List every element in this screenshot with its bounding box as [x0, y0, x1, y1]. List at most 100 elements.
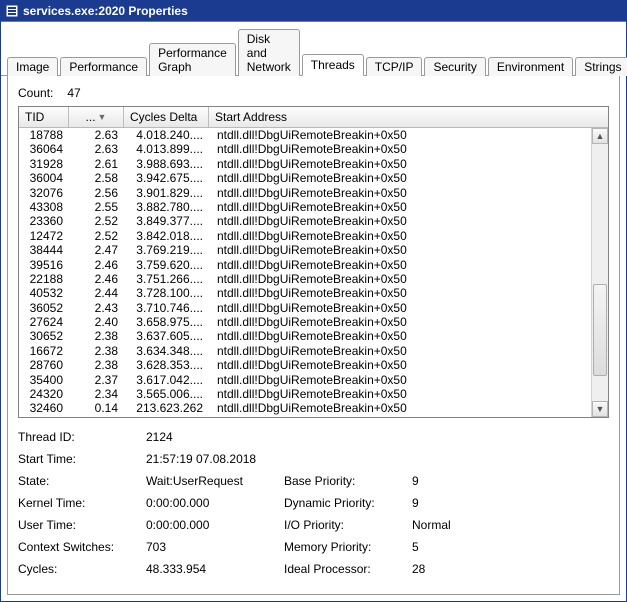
cell-spc: 2.55: [69, 200, 124, 214]
scroll-track[interactable]: [592, 144, 608, 401]
memory-priority-label: Memory Priority:: [284, 540, 404, 554]
scroll-thumb[interactable]: [593, 284, 607, 376]
base-priority-value: 9: [412, 474, 472, 488]
table-row[interactable]: 395162.463.759.620....ntdll.dll!DbgUiRem…: [19, 258, 591, 272]
cell-tid: 38444: [19, 243, 69, 257]
cell-tid: 43308: [19, 200, 69, 214]
base-priority-label: Base Priority:: [284, 474, 404, 488]
count-label: Count:: [18, 86, 53, 100]
table-row[interactable]: 384442.473.769.219....ntdll.dll!DbgUiRem…: [19, 243, 591, 257]
cell-addr: ntdll.dll!DbgUiRemoteBreakin+0x50: [209, 258, 591, 272]
cell-cyc: 3.849.377....: [124, 214, 209, 228]
cell-addr: ntdll.dll!DbgUiRemoteBreakin+0x50: [209, 128, 591, 142]
cell-addr: ntdll.dll!DbgUiRemoteBreakin+0x50: [209, 171, 591, 185]
cell-spc: 2.56: [69, 186, 124, 200]
cell-addr: ntdll.dll!DbgUiRemoteBreakin+0x50: [209, 272, 591, 286]
table-row[interactable]: 187882.634.018.240....ntdll.dll!DbgUiRem…: [19, 128, 591, 142]
cell-spc: 2.43: [69, 301, 124, 315]
cell-tid: 42252: [19, 416, 69, 417]
cell-addr: ntdll.dll!DbgUiRemoteBreakin+0x50: [209, 358, 591, 372]
col-start-address[interactable]: Start Address: [209, 107, 608, 127]
cell-cyc: 3.637.605....: [124, 329, 209, 343]
scroll-up-button[interactable]: ▲: [592, 128, 608, 144]
cell-cyc: 4.013.899....: [124, 142, 209, 156]
cell-addr: ntdll.dll!DbgUiRemoteBreakin+0x50: [209, 315, 591, 329]
cell-tid: 23360: [19, 214, 69, 228]
cell-spc: 2.46: [69, 272, 124, 286]
cell-spc: 2.46: [69, 258, 124, 272]
table-row[interactable]: 433082.553.882.780....ntdll.dll!DbgUiRem…: [19, 200, 591, 214]
table-row[interactable]: 324600.14213.623.262ntdll.dll!DbgUiRemot…: [19, 401, 591, 415]
cell-cyc: 3.565.006....: [124, 387, 209, 401]
cell-addr: ntdll.dll!DbgUiRemoteBreakin+0x50: [209, 344, 591, 358]
table-row[interactable]: 243202.343.565.006....ntdll.dll!DbgUiRem…: [19, 387, 591, 401]
cell-spc: 2.38: [69, 358, 124, 372]
tab-image[interactable]: Image: [7, 57, 58, 76]
cell-cyc: 3.617.042....: [124, 373, 209, 387]
table-row[interactable]: 124722.523.842.018....ntdll.dll!DbgUiRem…: [19, 229, 591, 243]
cell-tid: 31928: [19, 157, 69, 171]
tab-strings[interactable]: Strings: [575, 57, 627, 76]
cell-cyc: 123.945: [124, 416, 209, 417]
cell-cyc: 3.901.829....: [124, 186, 209, 200]
cell-spc: 2.61: [69, 157, 124, 171]
cell-cyc: 3.942.675....: [124, 171, 209, 185]
tab-security[interactable]: Security: [424, 57, 485, 76]
tab-performance-graph[interactable]: Performance Graph: [149, 43, 236, 76]
cell-addr: ntdll.dll!DbgUiRemoteBreakin+0x50: [209, 373, 591, 387]
cell-addr: ntdll.dll!DbgUiRemoteBreakin+0x50: [209, 416, 591, 417]
table-row[interactable]: 354002.373.617.042....ntdll.dll!DbgUiRem…: [19, 373, 591, 387]
cell-cyc: 3.751.266....: [124, 272, 209, 286]
table-row[interactable]: 221882.463.751.266....ntdll.dll!DbgUiRem…: [19, 272, 591, 286]
cell-spc: 2.47: [69, 243, 124, 257]
state-label: State:: [18, 474, 138, 488]
table-row[interactable]: 306522.383.637.605....ntdll.dll!DbgUiRem…: [19, 329, 591, 343]
thread-list-header: TID ... ▼ Cycles Delta Start Address: [19, 107, 608, 128]
dynamic-priority-value: 9: [412, 496, 472, 510]
cell-cyc: 3.710.746....: [124, 301, 209, 315]
tab-disk-and-network[interactable]: Disk and Network: [238, 29, 300, 76]
cycles-label: Cycles:: [18, 562, 138, 576]
kernel-time-value: 0:00:00.000: [146, 496, 276, 510]
cell-addr: ntdll.dll!DbgUiRemoteBreakin+0x50: [209, 387, 591, 401]
table-row[interactable]: 360642.634.013.899....ntdll.dll!DbgUiRem…: [19, 142, 591, 156]
table-row[interactable]: 319282.613.988.693....ntdll.dll!DbgUiRem…: [19, 157, 591, 171]
cell-cyc: 3.658.975....: [124, 315, 209, 329]
cell-spc: 2.52: [69, 214, 124, 228]
titlebar[interactable]: services.exe:2020 Properties: [1, 1, 626, 21]
cell-tid: 18788: [19, 128, 69, 142]
scroll-down-button[interactable]: ▼: [592, 401, 608, 417]
cell-tid: 36004: [19, 171, 69, 185]
tab-performance[interactable]: Performance: [60, 57, 147, 76]
table-row[interactable]: 360042.583.942.675....ntdll.dll!DbgUiRem…: [19, 171, 591, 185]
cell-addr: ntdll.dll!DbgUiRemoteBreakin+0x50: [209, 142, 591, 156]
table-row[interactable]: 320762.563.901.829....ntdll.dll!DbgUiRem…: [19, 186, 591, 200]
cell-addr: ntdll.dll!DbgUiRemoteBreakin+0x50: [209, 301, 591, 315]
user-time-value: 0:00:00.000: [146, 518, 276, 532]
cell-cyc: 3.728.100....: [124, 286, 209, 300]
table-row[interactable]: 233602.523.849.377....ntdll.dll!DbgUiRem…: [19, 214, 591, 228]
cell-tid: 16672: [19, 344, 69, 358]
io-priority-label: I/O Priority:: [284, 518, 404, 532]
vertical-scrollbar[interactable]: ▲ ▼: [591, 128, 608, 417]
col-cycles-delta[interactable]: Cycles Delta: [124, 107, 209, 127]
thread-list-body[interactable]: 187882.634.018.240....ntdll.dll!DbgUiRem…: [19, 128, 591, 417]
cell-tid: 40532: [19, 286, 69, 300]
start-time-label: Start Time:: [18, 452, 138, 466]
table-row[interactable]: 42252< 0.01123.945ntdll.dll!DbgUiRemoteB…: [19, 416, 591, 417]
context-switches-value: 703: [146, 540, 276, 554]
table-row[interactable]: 360522.433.710.746....ntdll.dll!DbgUiRem…: [19, 301, 591, 315]
tab-tcpip[interactable]: TCP/IP: [366, 57, 423, 76]
cell-addr: ntdll.dll!DbgUiRemoteBreakin+0x50: [209, 229, 591, 243]
table-row[interactable]: 405322.443.728.100....ntdll.dll!DbgUiRem…: [19, 286, 591, 300]
col-tid[interactable]: TID: [19, 107, 69, 127]
col-cpu[interactable]: ... ▼: [69, 107, 124, 127]
tab-environment[interactable]: Environment: [488, 57, 573, 76]
table-row[interactable]: 287602.383.628.353....ntdll.dll!DbgUiRem…: [19, 358, 591, 372]
cell-addr: ntdll.dll!DbgUiRemoteBreakin+0x50: [209, 243, 591, 257]
table-row[interactable]: 166722.383.634.348....ntdll.dll!DbgUiRem…: [19, 344, 591, 358]
tab-threads[interactable]: Threads: [302, 54, 364, 76]
cell-spc: 2.37: [69, 373, 124, 387]
table-row[interactable]: 276242.403.658.975....ntdll.dll!DbgUiRem…: [19, 315, 591, 329]
io-priority-value: Normal: [412, 518, 472, 532]
